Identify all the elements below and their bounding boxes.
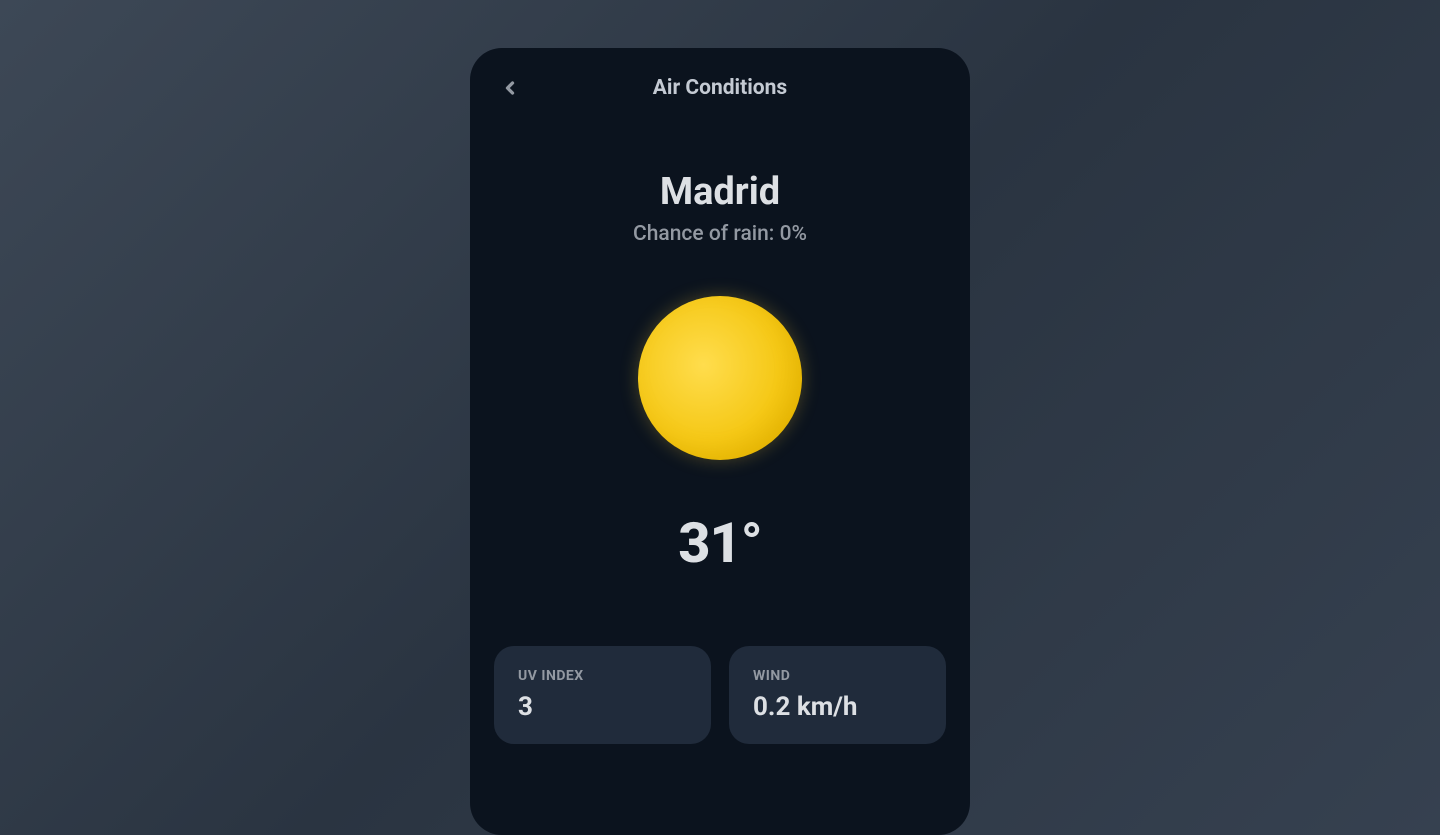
rain-chance-label: Chance of rain: 0% bbox=[494, 222, 946, 246]
back-button[interactable] bbox=[494, 72, 526, 104]
stat-value: 3 bbox=[518, 692, 687, 722]
stat-label: UV INDEX bbox=[518, 668, 687, 684]
stats-grid: UV INDEX 3 WIND 0.2 km/h bbox=[494, 646, 946, 744]
header: Air Conditions bbox=[494, 76, 946, 100]
city-name: Madrid bbox=[494, 170, 946, 214]
stat-card-uv-index: UV INDEX 3 bbox=[494, 646, 711, 744]
stat-card-wind: WIND 0.2 km/h bbox=[729, 646, 946, 744]
city-section: Madrid Chance of rain: 0% bbox=[494, 170, 946, 246]
phone-frame: Air Conditions Madrid Chance of rain: 0%… bbox=[470, 48, 970, 835]
chevron-left-icon bbox=[500, 78, 520, 98]
page-title: Air Conditions bbox=[653, 76, 787, 100]
sun-icon bbox=[638, 296, 802, 460]
temperature-value: 31° bbox=[494, 510, 946, 576]
weather-icon-wrap bbox=[494, 296, 946, 460]
stat-value: 0.2 km/h bbox=[753, 692, 922, 722]
stat-label: WIND bbox=[753, 668, 922, 684]
